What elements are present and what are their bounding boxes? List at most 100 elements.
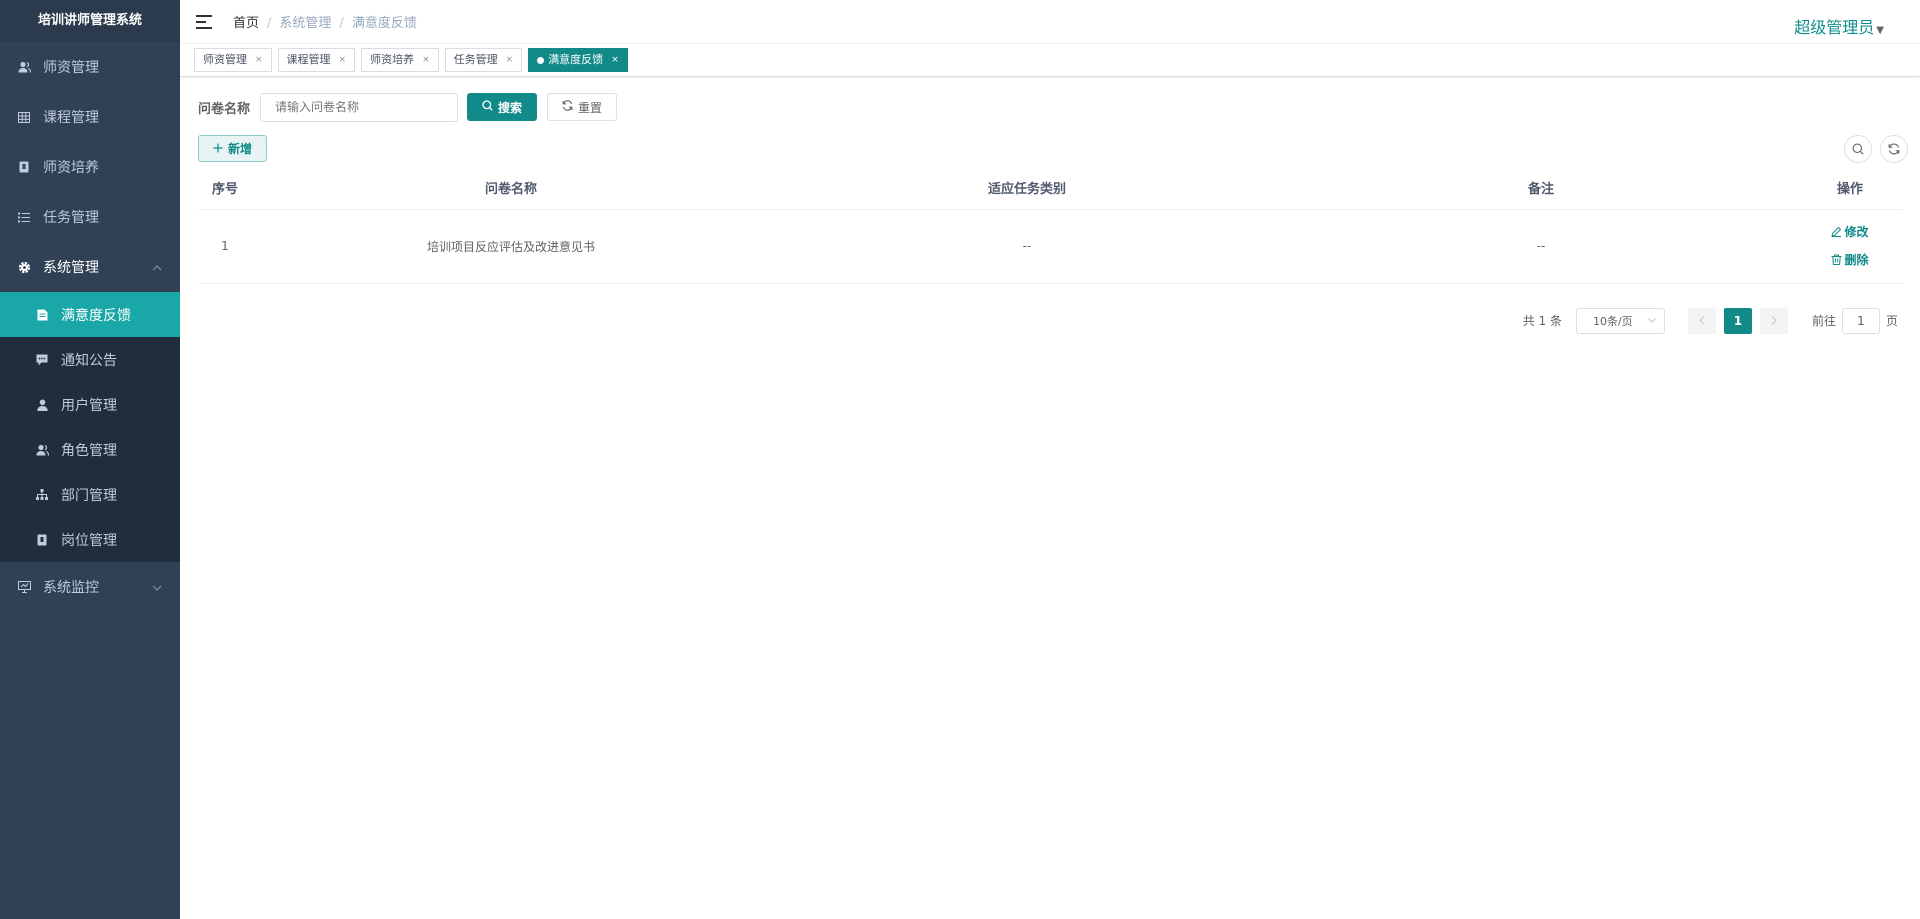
add-button[interactable]: 新增 <box>198 135 268 162</box>
list-icon <box>17 210 31 224</box>
chevron-up-icon <box>152 261 162 274</box>
pagination: 共 1 条 10条/页 1 前往 页 <box>198 307 1902 334</box>
tag-training[interactable]: 师资培养 × <box>361 48 439 72</box>
feedback-table: 序号 问卷名称 适应任务类别 备注 操作 1 培训项目反应评估及改进意见书 --… <box>198 167 1902 284</box>
sidebar-item-label: 部门管理 <box>61 487 117 504</box>
edit-label: 修改 <box>1844 225 1869 239</box>
breadcrumb-system: 系统管理 <box>279 16 332 31</box>
search-button-label: 搜索 <box>498 100 523 115</box>
sidebar-item-label: 系统管理 <box>43 260 99 276</box>
page-size-select[interactable]: 10条/页 <box>1575 307 1665 334</box>
monitor-icon <box>17 580 31 594</box>
hamburger-icon[interactable] <box>196 14 212 29</box>
id-card-icon <box>35 533 49 547</box>
close-icon[interactable]: × <box>339 49 347 71</box>
app-title: 培训讲师管理系统 <box>0 0 180 42</box>
chevron-left-icon <box>1699 316 1705 325</box>
id-card-icon <box>17 160 31 174</box>
sidebar: 培训讲师管理系统 师资管理 课程管理 师资培养 任务管理 系统管理 满意度反馈 … <box>0 0 180 919</box>
refresh-icon <box>562 100 573 114</box>
gear-icon <box>17 260 31 274</box>
tag-label: 师资培养 <box>370 53 415 66</box>
sidebar-item-teachers[interactable]: 师资管理 <box>0 42 180 92</box>
toggle-search-button[interactable] <box>1844 135 1872 163</box>
cell-name: 培训项目反应评估及改进意见书 <box>252 209 770 284</box>
user-icon <box>35 398 49 412</box>
search-input[interactable] <box>260 92 459 122</box>
close-icon[interactable]: × <box>255 49 263 71</box>
delete-button[interactable]: 删除 <box>1798 246 1902 274</box>
reset-button[interactable]: 重置 <box>547 93 618 121</box>
close-icon[interactable]: × <box>422 49 430 71</box>
col-remark: 备注 <box>1284 167 1798 210</box>
navbar: 首页 / 系统管理 / 满意度反馈 超级管理员 ▼ <box>180 0 1920 44</box>
col-index: 序号 <box>198 167 252 210</box>
breadcrumb: 首页 / 系统管理 / 满意度反馈 <box>233 16 417 31</box>
tag-label: 满意度反馈 <box>548 53 604 66</box>
grid-icon <box>17 110 31 124</box>
tag-feedback[interactable]: 满意度反馈 × <box>528 48 628 72</box>
sidebar-item-label: 课程管理 <box>43 110 99 126</box>
table-row: 1 培训项目反应评估及改进意见书 -- -- 修改 删除 <box>198 209 1902 284</box>
page-size-value: 10条/页 <box>1592 314 1633 328</box>
table-header-row: 序号 问卷名称 适应任务类别 备注 操作 <box>198 167 1902 210</box>
user-menu[interactable]: 超级管理员 ▼ <box>1794 14 1884 38</box>
goto-suffix: 页 <box>1885 314 1898 328</box>
sidebar-item-label: 用户管理 <box>61 397 117 414</box>
document-icon <box>35 308 49 322</box>
page-number-button[interactable]: 1 <box>1723 307 1752 334</box>
search-button[interactable]: 搜索 <box>467 93 538 121</box>
sidebar-item-label: 角色管理 <box>61 442 117 459</box>
sidebar-item-label: 岗位管理 <box>61 532 117 549</box>
tag-teachers[interactable]: 师资管理 × <box>194 48 272 72</box>
sidebar-item-feedback[interactable]: 满意度反馈 <box>0 292 180 337</box>
refresh-button[interactable] <box>1880 135 1908 163</box>
tag-label: 师资管理 <box>203 53 247 66</box>
search-label: 问卷名称 <box>198 101 251 117</box>
user-name: 超级管理员 <box>1794 18 1875 37</box>
peoples-icon <box>35 443 49 457</box>
next-page-button[interactable] <box>1759 307 1788 334</box>
add-button-label: 新增 <box>228 142 253 156</box>
sidebar-item-posts[interactable]: 岗位管理 <box>0 517 180 562</box>
page-content: 问卷名称 搜索 重置 新增 <box>180 77 1920 334</box>
sidebar-item-roles[interactable]: 角色管理 <box>0 427 180 472</box>
active-dot-icon <box>537 56 545 64</box>
sidebar-item-users[interactable]: 用户管理 <box>0 382 180 427</box>
cell-index: 1 <box>198 209 252 284</box>
cell-category: -- <box>770 209 1284 284</box>
sidebar-item-training[interactable]: 师资培养 <box>0 142 180 192</box>
edit-button[interactable]: 修改 <box>1798 218 1902 246</box>
sidebar-item-tasks[interactable]: 任务管理 <box>0 192 180 242</box>
chevron-down-icon <box>152 581 162 594</box>
close-icon[interactable]: × <box>506 49 514 71</box>
message-icon <box>35 353 49 367</box>
chevron-down-icon <box>1648 316 1656 326</box>
prev-page-button[interactable] <box>1687 307 1716 334</box>
close-icon[interactable]: × <box>611 49 619 71</box>
sidebar-item-monitor[interactable]: 系统监控 <box>0 562 180 612</box>
goto-prefix: 前往 <box>1811 314 1836 328</box>
sidebar-item-label: 系统监控 <box>43 580 99 596</box>
goto-page: 前往 页 <box>1811 307 1898 334</box>
sidebar-item-label: 任务管理 <box>43 210 99 226</box>
sidebar-item-notice[interactable]: 通知公告 <box>0 337 180 382</box>
cell-remark: -- <box>1284 209 1798 284</box>
sidebar-item-system[interactable]: 系统管理 <box>0 242 180 292</box>
sidebar-item-departments[interactable]: 部门管理 <box>0 472 180 517</box>
tag-label: 任务管理 <box>453 53 498 66</box>
caret-down-icon: ▼ <box>1876 25 1884 36</box>
tag-courses[interactable]: 课程管理 × <box>277 48 356 72</box>
goto-page-input[interactable] <box>1841 307 1880 334</box>
tree-icon <box>35 488 49 502</box>
tag-tasks[interactable]: 任务管理 × <box>444 48 523 72</box>
delete-icon <box>1831 254 1842 265</box>
breadcrumb-home[interactable]: 首页 <box>233 16 259 31</box>
reset-button-label: 重置 <box>578 100 603 115</box>
col-category: 适应任务类别 <box>770 167 1284 210</box>
sidebar-item-courses[interactable]: 课程管理 <box>0 92 180 142</box>
tags-view: 师资管理 × 课程管理 × 师资培养 × 任务管理 × 满意度反馈 × <box>180 44 1920 77</box>
table-toolbar: 新增 <box>198 135 1908 167</box>
refresh-icon <box>1888 143 1900 155</box>
search-form: 问卷名称 搜索 重置 <box>198 91 1902 123</box>
